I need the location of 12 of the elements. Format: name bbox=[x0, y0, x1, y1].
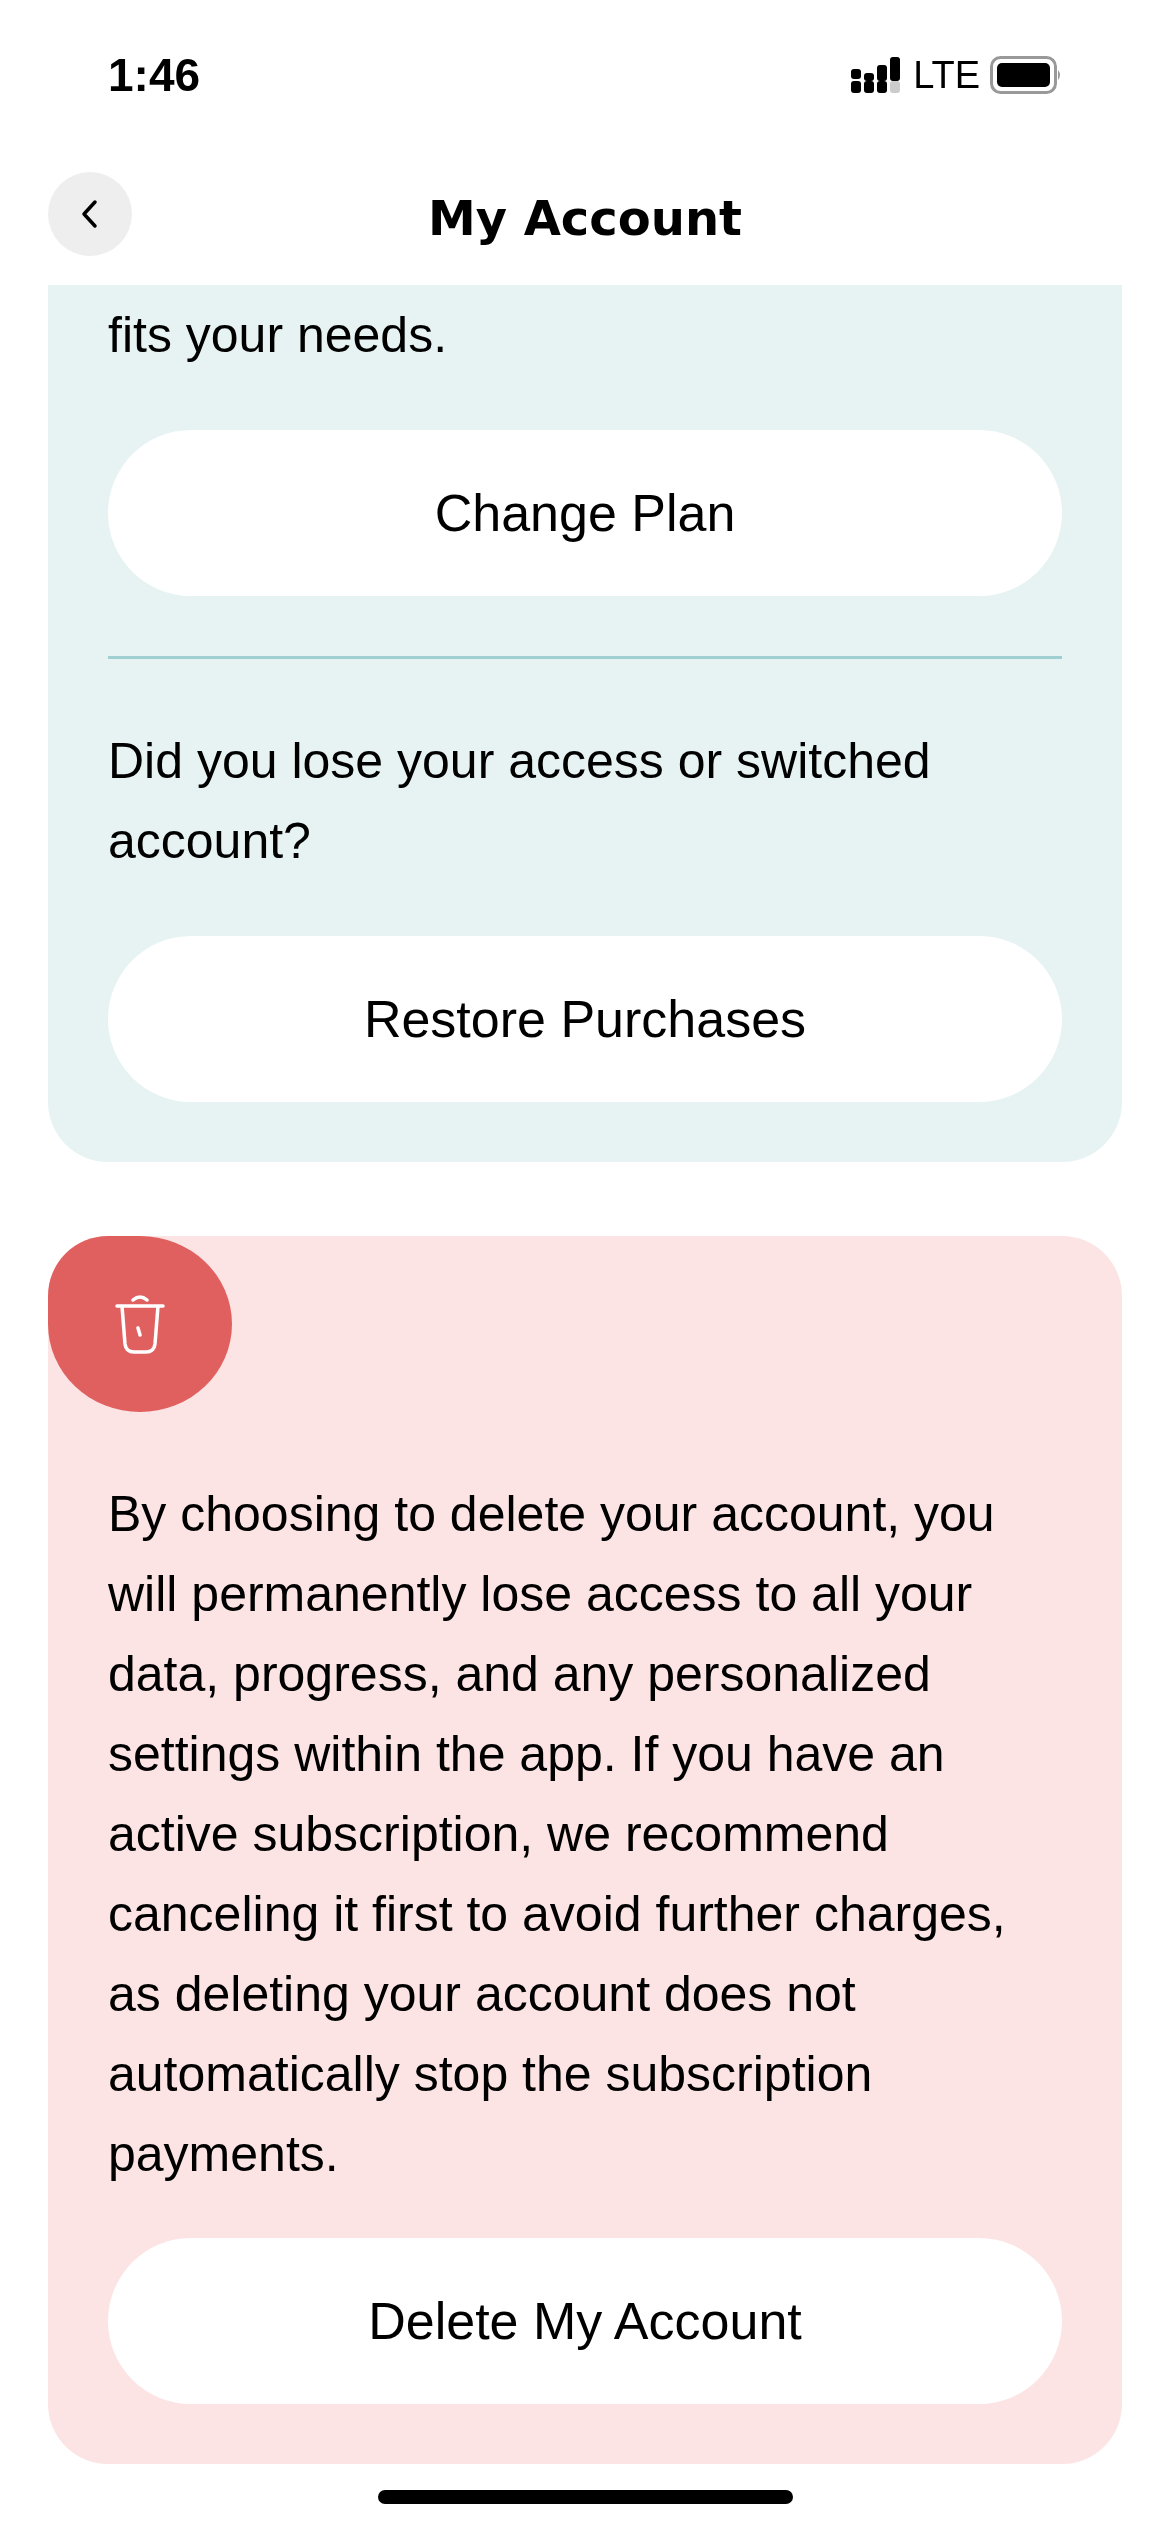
status-time: 1:46 bbox=[108, 47, 201, 103]
page-title: My Account bbox=[427, 188, 743, 248]
restore-question-text: Did you lose your access or switched account? bbox=[108, 732, 932, 871]
chevron-left-icon bbox=[80, 198, 100, 230]
trash-icon bbox=[115, 1294, 165, 1354]
restore-purchases-button[interactable]: Restore Purchases bbox=[108, 936, 1062, 1102]
delete-warning-text: By choosing to delete your account, you will permanently lose access to all your data, progress, and any personalized settings within the app. If you have an active subscription, we recommend canceling it first to avoid further charges, as deleting your account does not automatically stop the subscription payments. bbox=[108, 1485, 1007, 2184]
change-plan-button[interactable]: Change Plan bbox=[108, 430, 1062, 596]
plan-intro-text: fits your needs. bbox=[108, 306, 449, 365]
delete-account-button[interactable]: Delete My Account bbox=[108, 2238, 1062, 2404]
network-label: LTE bbox=[913, 52, 980, 98]
battery-icon bbox=[990, 56, 1062, 94]
